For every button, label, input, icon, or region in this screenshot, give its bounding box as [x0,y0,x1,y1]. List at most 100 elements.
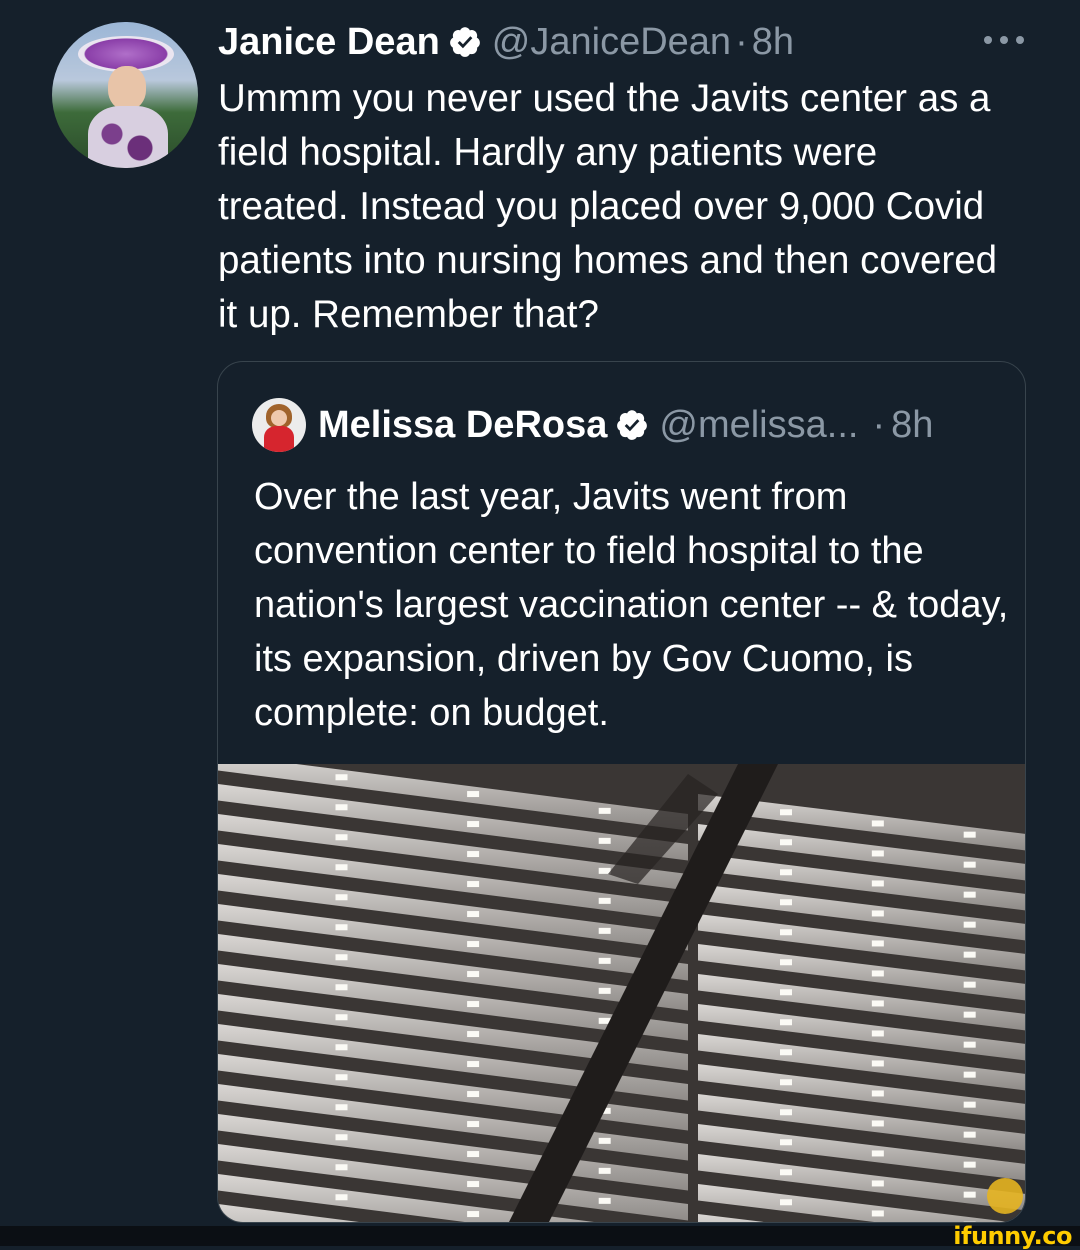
ceiling-light [335,804,348,811]
ceiling-light [598,957,611,964]
ceiling-light [871,970,884,977]
avatar[interactable] [52,22,198,168]
ceiling-light [963,1161,976,1168]
ceiling-light [598,1197,611,1204]
tweet-text: Ummm you never used the Javits center as… [218,77,998,336]
ceiling-light [467,881,480,888]
ceiling-light [335,1074,348,1081]
ceiling-light [335,834,348,841]
ceiling-light [467,791,480,798]
ceiling-light [780,899,792,906]
ceiling-light [335,774,348,781]
ceiling-light [467,1151,480,1158]
ceiling-light [467,851,480,858]
ceiling-light [963,1011,976,1018]
ceiling-light [598,1137,611,1144]
ceiling-light [335,864,348,871]
ceiling-light [467,1031,480,1038]
ceiling-light [871,1210,884,1217]
quoted-timestamp: 8h [891,403,934,446]
ceiling-light [871,850,884,857]
ceiling-light [963,1131,976,1138]
quoted-author-name: Melissa DeRosa [318,403,608,446]
ceiling-light [598,897,611,904]
ceiling-light [871,1030,884,1037]
ceiling-light [598,927,611,934]
ceiling-light [963,921,976,928]
quoted-avatar[interactable] [252,398,306,452]
ceiling-light [871,1090,884,1097]
ceiling-light [335,924,348,931]
ceiling-light [598,837,611,844]
ceiling-light [598,987,611,994]
ceiling-light [335,1044,348,1051]
ceiling-light [780,839,792,846]
ceiling-light [780,1049,792,1056]
ceiling-light [963,1041,976,1048]
ceiling-light [963,831,976,838]
ceiling-light [467,1121,480,1128]
ceiling-light [780,1019,792,1026]
ceiling-light [467,1211,480,1218]
ceiling-light [963,981,976,988]
ceiling-light [467,1181,480,1188]
quoted-author-handle: @melissa... [659,403,859,446]
ceiling-light [335,954,348,961]
tweet-header: Janice Dean @JaniceDean · 8h [218,20,794,64]
ceiling-light [467,1001,480,1008]
ceiling-light [871,1000,884,1007]
ceiling-light [335,1134,348,1141]
author-name[interactable]: Janice Dean [218,21,440,64]
separator-dot: · [735,20,748,63]
ceiling-light [780,869,792,876]
timestamp[interactable]: 8h [752,21,794,64]
ceiling-light [780,809,792,816]
ceiling-light [780,1199,792,1206]
ceiling-light [871,910,884,917]
ceiling-light [335,1104,348,1111]
ceiling-light [335,1194,348,1201]
quoted-tweet-text: Over the last year, Javits went from con… [254,476,1009,734]
more-options-icon[interactable] [984,28,1024,52]
tweet: Janice Dean @JaniceDean · 8h Ummm you ne… [0,0,1080,1226]
ceiling-light [335,984,348,991]
ceiling-light [467,941,480,948]
ceiling-photo[interactable] [218,764,1026,1223]
ceiling-light [780,1109,792,1116]
ceiling-light [780,989,792,996]
watermark-bar [0,1226,1080,1246]
ceiling-light [780,959,792,966]
ceiling-light [467,1061,480,1068]
ceiling-light [598,807,611,814]
ceiling-light [871,1060,884,1067]
author-handle[interactable]: @JaniceDean [492,21,731,64]
ceiling-light [335,1014,348,1021]
ceiling-light [871,1120,884,1127]
ceiling-light [780,1139,792,1146]
ceiling-light [963,1071,976,1078]
ceiling-light [871,880,884,887]
ceiling-light [963,951,976,958]
ceiling-light [335,894,348,901]
ceiling-light [467,971,480,978]
ceiling-light [871,1150,884,1157]
ceiling-light [780,1079,792,1086]
ceiling-light [871,940,884,947]
ceiling-light [335,1164,348,1171]
quoted-tweet[interactable]: Melissa DeRosa @melissa... · 8h Over the… [217,361,1026,1223]
verified-badge-icon [449,27,480,57]
ceiling-light [871,820,884,827]
quoted-header: Melissa DeRosa @melissa... · 8h [318,400,933,450]
ceiling-light [467,821,480,828]
ceiling-light [963,891,976,898]
ceiling-light [467,911,480,918]
ceiling-light [963,861,976,868]
ceiling-light [598,1167,611,1174]
verified-badge-icon [617,410,648,440]
ceiling-light [963,1191,976,1198]
separator-dot: · [872,403,886,446]
ceiling-light [780,929,792,936]
ceiling-light [963,1101,976,1108]
ceiling-light [871,1180,884,1187]
ceiling-light [780,1169,792,1176]
